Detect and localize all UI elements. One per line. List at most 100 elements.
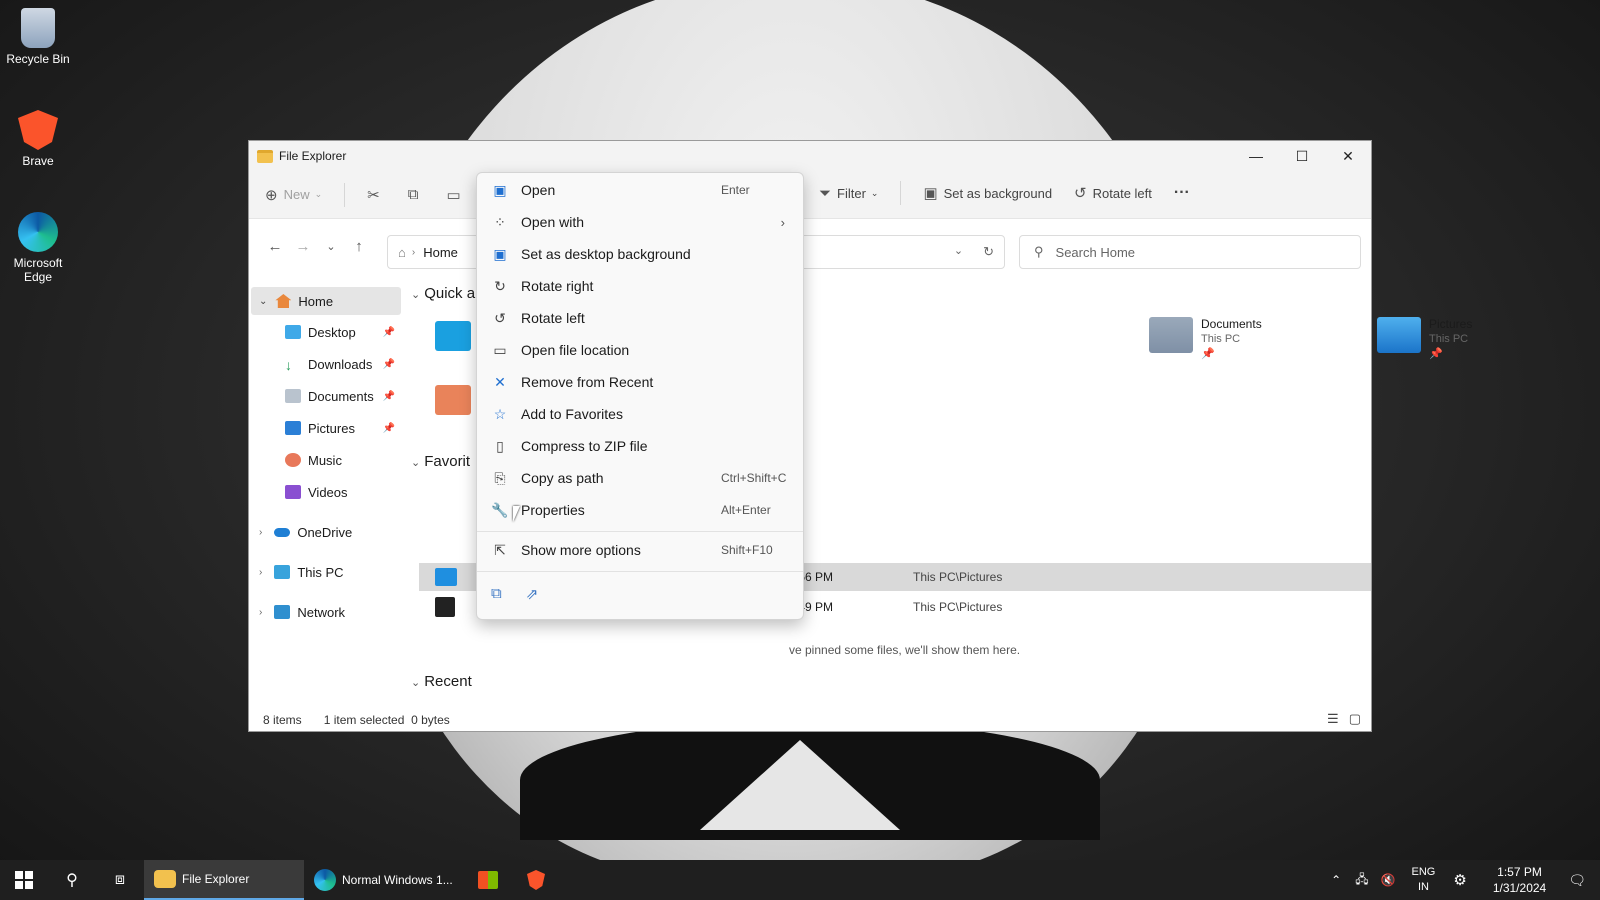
image-icon: ▣ (923, 185, 938, 202)
details-view-icon[interactable]: ☰ (1327, 711, 1339, 727)
paste-button[interactable]: ▭ (446, 186, 466, 204)
section-recent[interactable]: ⌄ Recent (411, 673, 472, 690)
sidebar-item-music[interactable]: Music (285, 446, 401, 474)
section-quick-access[interactable]: ⌄ Quick a (411, 285, 475, 302)
more-options-button[interactable]: ··· (1174, 181, 1190, 205)
wrench-icon: 🔧 (491, 501, 509, 518)
menu-item-remove-from-recent[interactable]: ✕ Remove from Recent (477, 367, 803, 397)
network-icon[interactable]: 🖧 (1355, 870, 1368, 891)
taskbar-app-brave[interactable] (512, 860, 560, 900)
volume-muted-icon[interactable]: 🔇 (1381, 873, 1396, 887)
sidebar-item-this-pc[interactable]: › This PC (259, 558, 401, 586)
section-favorites[interactable]: ⌄ Favorit (411, 453, 470, 470)
desktop-icon-brave[interactable]: Brave (4, 110, 72, 168)
sidebar-item-desktop[interactable]: Desktop 📌 (285, 318, 401, 346)
music-folder-tile-icon[interactable] (435, 385, 471, 415)
tiles-view-icon[interactable]: ▢ (1349, 711, 1361, 727)
search-icon: ⚲ (66, 872, 78, 889)
pin-icon: 📌 (382, 358, 395, 370)
context-menu: ▣ Open Enter ⁘ Open with › ▣ Set as desk… (476, 172, 804, 620)
taskbar-app-edge[interactable]: Normal Windows 1... (304, 860, 464, 900)
cloud-icon (274, 527, 291, 537)
forward-button[interactable]: → (289, 238, 317, 255)
menu-item-open-file-location[interactable]: ▭ Open file location (477, 335, 803, 365)
notification-icon[interactable]: 🗨 (1568, 872, 1586, 889)
minimize-button[interactable]: — (1233, 141, 1279, 171)
desktop-icon-label: Recycle Bin (6, 52, 70, 66)
menu-item-open-with[interactable]: ⁘ Open with › (477, 207, 803, 237)
clock[interactable]: 1:57 PM 1/31/2024 (1493, 864, 1546, 896)
breadcrumb-home[interactable]: Home (423, 245, 458, 260)
new-button[interactable]: ⊕ New ⌄ (265, 186, 322, 204)
recycle-bin-icon (21, 8, 55, 48)
language-indicator[interactable]: ENG IN (1412, 865, 1436, 895)
tile-documents[interactable]: Documents This PC 📌 (1149, 317, 1262, 360)
desktop-icon-recycle-bin[interactable]: Recycle Bin (4, 8, 72, 66)
desktop-icon-edge[interactable]: Microsoft Edge (4, 212, 72, 284)
taskbar-app-file-explorer[interactable]: File Explorer (144, 860, 304, 900)
copy-button[interactable]: ⧉ (408, 186, 425, 203)
menu-item-copy-as-path[interactable]: ⎘ Copy as path Ctrl+Shift+C (477, 463, 803, 493)
videos-icon (285, 485, 301, 499)
set-as-background-button[interactable]: ▣ Set as background (923, 181, 1052, 205)
image-icon: ▣ (493, 181, 507, 198)
rotate-left-button[interactable]: ↺ Rotate left (1074, 181, 1152, 205)
clipboard-icon: ▭ (446, 186, 461, 204)
desktop-folder-tile-icon[interactable] (435, 321, 471, 351)
selection-size: 0 bytes (411, 713, 450, 727)
menu-item-add-to-favorites[interactable]: ☆ Add to Favorites (477, 399, 803, 429)
menu-item-show-more-options[interactable]: ⇱ Show more options Shift+F10 (477, 535, 803, 565)
chevron-down-icon: ⌄ (411, 289, 421, 301)
desktop-icon-label: Microsoft Edge (13, 256, 63, 284)
sidebar-item-network[interactable]: › Network (259, 598, 401, 626)
menu-item-properties[interactable]: 🔧 Properties Alt+Enter (477, 495, 803, 525)
selection-count: 1 item selected (323, 713, 405, 727)
sidebar-item-downloads[interactable]: ↓ Downloads 📌 (285, 350, 401, 378)
file-explorer-window: File Explorer — ☐ ✕ ⊕ New ⌄ ✂ ⧉ ▭ ⏷ Filt… (248, 140, 1472, 732)
task-view-button[interactable]: ⧈ (96, 860, 144, 900)
menu-item-set-desktop-background[interactable]: ▣ Set as desktop background (477, 239, 803, 269)
sidebar-item-videos[interactable]: Videos (285, 478, 401, 506)
desktop-icon-label: Brave (22, 154, 54, 168)
image-thumbnail-icon (435, 568, 457, 586)
tile-pictures[interactable]: Pictures This PC 📌 (1377, 317, 1472, 360)
rotate-right-icon: ↻ (494, 277, 506, 294)
copy-icon[interactable]: ⧉ (491, 585, 502, 603)
sidebar-item-documents[interactable]: Documents 📌 (285, 382, 401, 410)
title-bar[interactable]: File Explorer — ☐ ✕ (249, 141, 1371, 171)
chevron-up-icon[interactable]: ⌃ (1331, 873, 1341, 887)
search-placeholder: Search Home (1055, 244, 1136, 260)
search-button[interactable]: ⚲ (48, 860, 96, 900)
navigation-pane: ⌄ Home Desktop 📌 ↓ Downloads 📌 Documents… (249, 287, 405, 707)
search-input[interactable]: ⚲ Search Home (1019, 235, 1361, 269)
plus-circle-icon: ⊕ (265, 186, 278, 204)
download-icon: ↓ (285, 357, 292, 373)
menu-item-compress-zip[interactable]: ▯ Compress to ZIP file (477, 431, 803, 461)
menu-item-rotate-right[interactable]: ↻ Rotate right (477, 271, 803, 301)
maximize-button[interactable]: ☐ (1279, 141, 1325, 171)
menu-divider (477, 531, 803, 532)
refresh-icon[interactable]: ↻ (983, 244, 994, 260)
up-button[interactable]: ↑ (345, 238, 373, 255)
filter-button[interactable]: ⏷ Filter ⌄ (819, 181, 878, 205)
start-button[interactable] (0, 860, 48, 900)
recent-locations-button[interactable]: ⌄ (317, 240, 345, 253)
documents-folder-icon (1149, 317, 1193, 353)
close-button[interactable]: ✕ (1325, 141, 1371, 171)
gear-icon[interactable]: ⚙ (1453, 871, 1466, 889)
system-tray: ⌃ 🖧 🔇 ENG IN ⚙ 1:57 PM 1/31/2024 🗨 (1323, 860, 1600, 900)
menu-item-rotate-left[interactable]: ↺ Rotate left (477, 303, 803, 333)
sidebar-item-home[interactable]: ⌄ Home (251, 287, 401, 315)
x-icon: ✕ (494, 373, 506, 390)
share-icon[interactable]: ⇗ (526, 585, 539, 603)
menu-item-open[interactable]: ▣ Open Enter (477, 175, 803, 205)
back-button[interactable]: ← (261, 238, 289, 255)
scissors-icon: ✂ (367, 186, 380, 204)
sidebar-item-pictures[interactable]: Pictures 📌 (285, 414, 401, 442)
rotate-left-icon: ↺ (1074, 185, 1087, 202)
taskbar-app-store[interactable] (464, 860, 512, 900)
sidebar-item-onedrive[interactable]: › OneDrive (259, 518, 401, 546)
cut-button[interactable]: ✂ (367, 186, 386, 204)
address-dropdown-icon[interactable]: ⌄ (954, 244, 963, 260)
status-bar: 8 items 1 item selected 0 bytes (263, 713, 450, 727)
